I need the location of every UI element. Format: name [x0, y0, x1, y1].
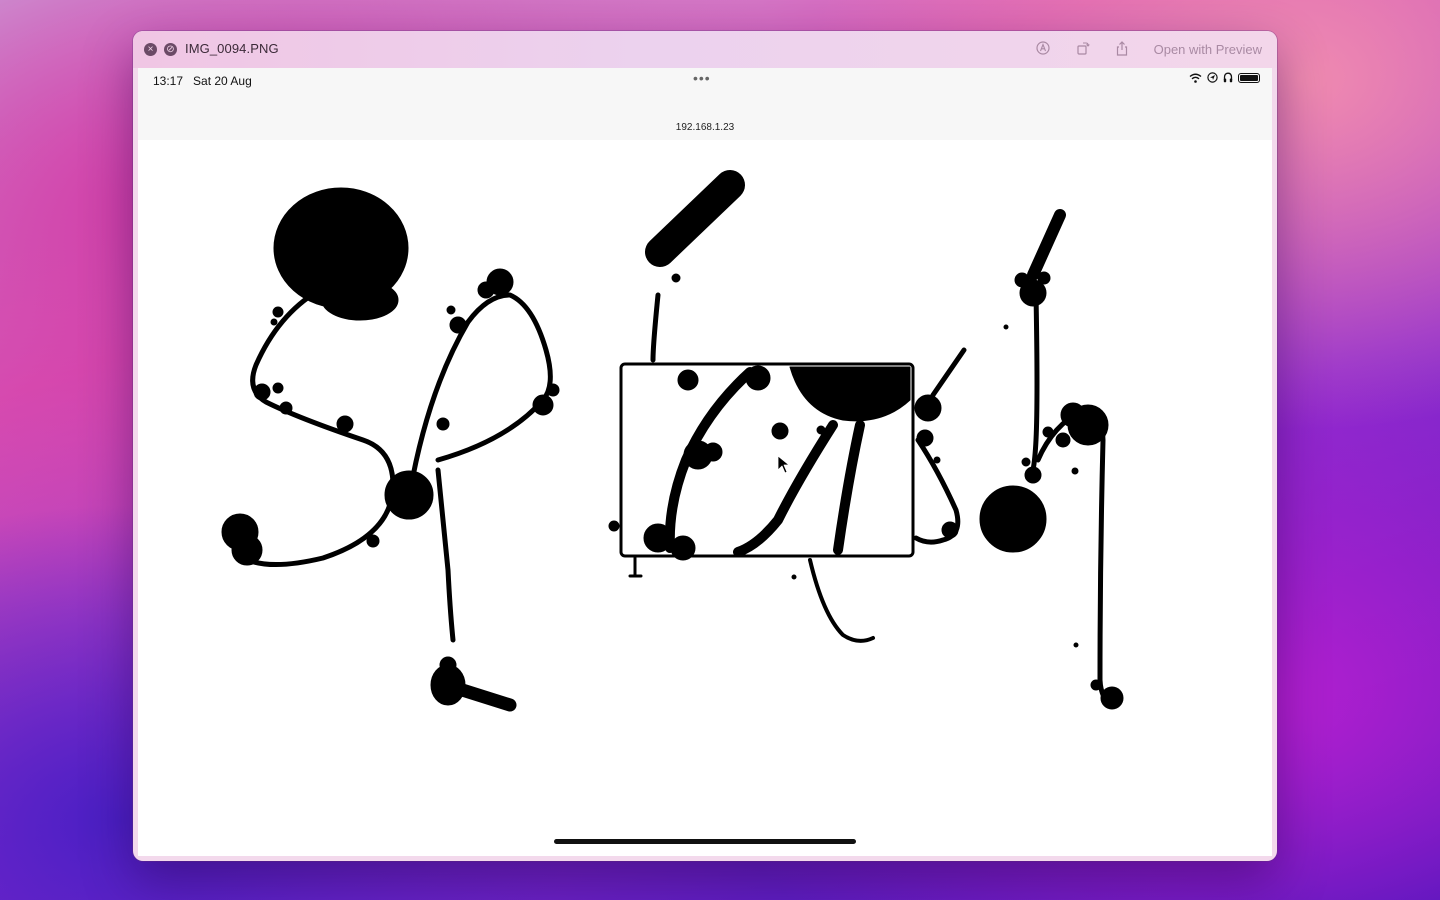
drawing-blob — [272, 306, 284, 318]
drawing-blob — [916, 429, 934, 447]
drawing-blob — [439, 656, 457, 674]
inset-blob — [643, 523, 673, 553]
drawing-blob — [979, 485, 1047, 553]
drawing-stroke — [245, 288, 396, 568]
battery-icon — [1238, 72, 1260, 83]
device-status-bar: 13:17 Sat 20 Aug ••• 192.168.1.23 — [138, 68, 1272, 140]
drawing-stroke — [930, 347, 967, 398]
drawing-blob — [1100, 686, 1124, 710]
drawing-blob — [546, 383, 560, 397]
drawing-blob — [1003, 324, 1009, 330]
image-preview: 13:17 Sat 20 Aug ••• 192.168.1.23 — [138, 68, 1272, 856]
drawing-blob — [791, 574, 797, 580]
drawing-blob — [1014, 272, 1030, 288]
drawing-blob — [1073, 642, 1079, 648]
multitasking-dots-icon: ••• — [693, 70, 711, 86]
drawing-blob — [671, 273, 681, 283]
drawing-blob — [1042, 426, 1054, 438]
drawing-blob — [477, 281, 495, 299]
drawing-blob — [253, 383, 271, 401]
drawing-blob — [272, 382, 284, 394]
drawing-blob — [1090, 679, 1102, 691]
drawing-stroke — [650, 292, 661, 363]
drawing-stroke — [449, 681, 517, 712]
drawing-blob — [608, 520, 620, 532]
drawing-blob — [446, 305, 456, 315]
drawing-blob — [941, 521, 959, 539]
rotate-icon-glyph — [1077, 42, 1090, 55]
drawing-blob — [366, 534, 380, 548]
inset-blob — [816, 425, 826, 435]
window-title: IMG_0094.PNG — [185, 41, 279, 56]
home-indicator — [554, 839, 856, 844]
drawing-blob — [933, 456, 941, 464]
drawing-stroke — [808, 558, 875, 643]
drawing-blob — [384, 470, 434, 520]
fullscreen-icon[interactable]: ⊘ — [164, 43, 177, 56]
location-icon — [1207, 72, 1218, 83]
inset-blob — [703, 442, 723, 462]
drawing-stroke — [1027, 209, 1066, 281]
markup-icon-glyph — [1036, 41, 1050, 55]
drawing-blob — [449, 316, 467, 334]
status-time-date: 13:17 Sat 20 Aug — [153, 74, 252, 88]
close-icon[interactable]: × — [144, 43, 157, 56]
quicklook-window: × ⊘ IMG_0094.PNG Open with Preview 13:17 — [133, 31, 1277, 861]
inset-blob — [771, 422, 789, 440]
drawing-blob — [1037, 271, 1051, 285]
drawing-blob — [231, 534, 263, 566]
drawing-stroke — [1035, 407, 1116, 708]
drawing-stroke — [407, 292, 553, 495]
drawing-blob — [532, 394, 554, 416]
drawing-blob — [1024, 466, 1042, 484]
status-address: 192.168.1.23 — [675, 122, 735, 133]
drawing-blob — [1060, 402, 1086, 428]
drawing-blob — [336, 415, 354, 433]
inset-blob — [745, 365, 771, 391]
headphones-icon — [1223, 72, 1233, 83]
drawing-stroke — [1030, 292, 1040, 473]
inset-blob — [677, 369, 699, 391]
drawing-stroke — [435, 467, 456, 643]
drawing-blob — [1071, 467, 1079, 475]
drawing-blob — [1055, 432, 1071, 448]
drawing-blob — [914, 394, 942, 422]
status-icons — [1189, 72, 1260, 83]
share-icon[interactable] — [1113, 41, 1131, 59]
inset-blob — [670, 535, 696, 561]
drawing-blob — [436, 417, 450, 431]
drawing-blob — [279, 401, 293, 415]
splash-drawing — [221, 170, 1124, 712]
share-icon-glyph — [1116, 41, 1128, 56]
markup-icon[interactable] — [1034, 41, 1052, 59]
battery-fill — [1240, 74, 1258, 81]
drawing-stroke — [645, 170, 745, 267]
rotate-icon[interactable] — [1074, 41, 1092, 59]
wifi-icon — [1189, 73, 1202, 83]
drawing-blob — [1021, 457, 1031, 467]
drawing-blob — [321, 279, 399, 321]
open-with-preview-button[interactable]: Open with Preview — [1149, 39, 1267, 60]
zoom-inset-stand — [628, 556, 643, 578]
drawing-blob — [270, 318, 278, 326]
title-bar: × ⊘ IMG_0094.PNG Open with Preview — [133, 31, 1277, 68]
